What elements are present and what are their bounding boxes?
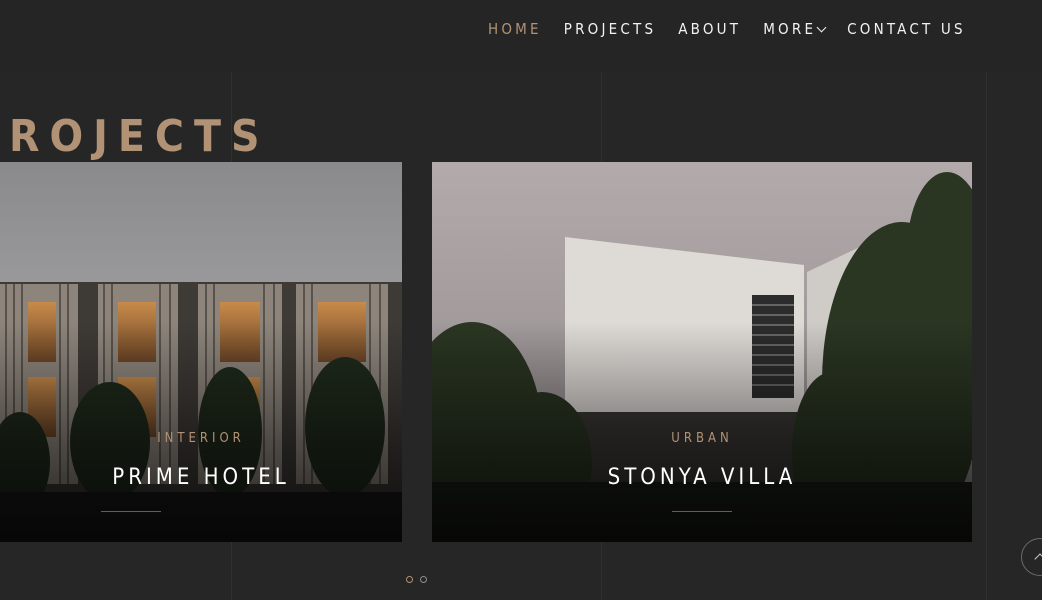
chevron-down-icon [816, 22, 827, 32]
arrow-up-icon [1034, 553, 1042, 565]
site-header: HOME PROJECTS ABOUT MORE CONTACT US [0, 0, 1042, 72]
nav-home[interactable]: HOME [488, 19, 542, 39]
slider-dot-1[interactable] [406, 576, 413, 583]
nav-more[interactable]: MORE [763, 19, 827, 39]
project-name[interactable]: STONYA VILLA [432, 465, 972, 490]
nav-more-label: MORE [763, 20, 817, 38]
card-divider [672, 511, 732, 512]
nav-about-label: ABOUT [678, 20, 742, 38]
nav-projects[interactable]: PROJECTS [564, 19, 656, 39]
project-category: INTERIOR [157, 431, 245, 446]
nav-contact-label: CONTACT US [847, 20, 966, 38]
project-category: URBAN [671, 431, 733, 446]
slider-pagination [406, 576, 434, 583]
scroll-to-top-button[interactable] [1021, 538, 1042, 576]
card-divider [101, 511, 161, 512]
page-title: ROJECTS [9, 111, 270, 163]
project-card-prime-hotel[interactable]: INTERIOR PRIME HOTEL [0, 162, 402, 542]
main-nav: HOME PROJECTS ABOUT MORE CONTACT US [488, 19, 966, 39]
nav-about[interactable]: ABOUT [678, 19, 741, 39]
project-name[interactable]: PRIME HOTEL [0, 465, 402, 490]
grid-divider [986, 72, 987, 600]
project-card-stonya-villa[interactable]: URBAN STONYA VILLA [432, 162, 972, 542]
slider-dot-2[interactable] [420, 576, 427, 583]
nav-contact[interactable]: CONTACT US [847, 19, 966, 39]
nav-home-label: HOME [488, 20, 542, 38]
nav-projects-label: PROJECTS [563, 20, 657, 38]
